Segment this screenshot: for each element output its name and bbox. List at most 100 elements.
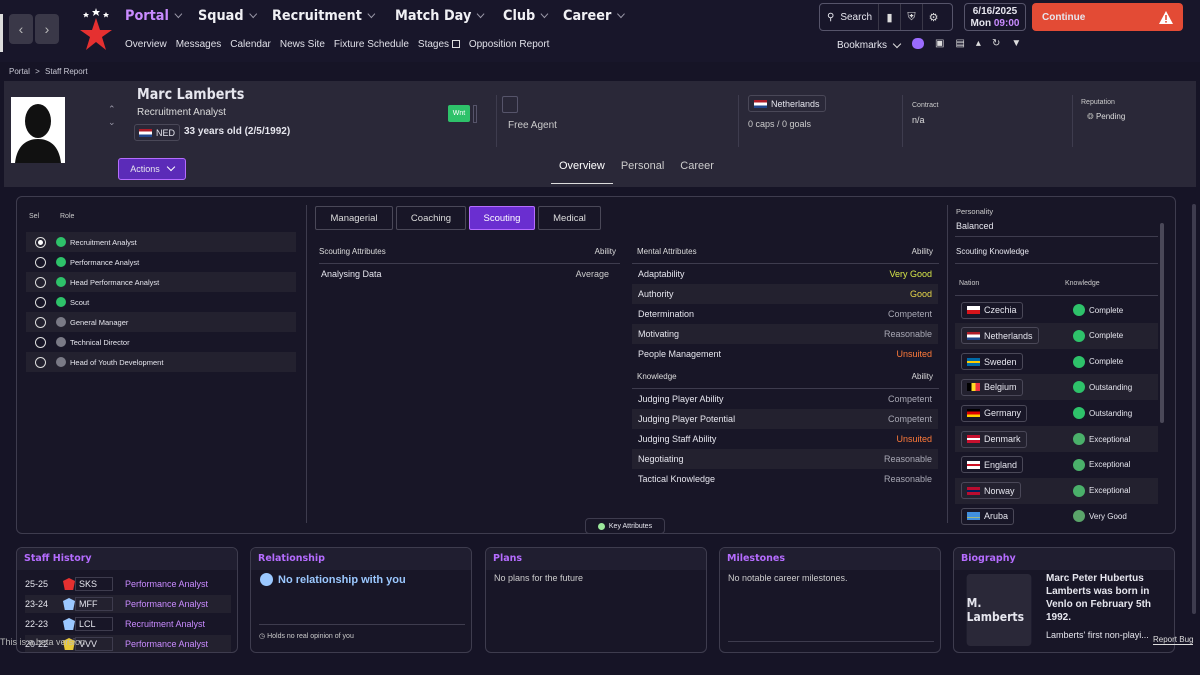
role-radio[interactable] [35, 236, 46, 248]
nation-badge[interactable]: England [961, 456, 1024, 474]
flag-icon [967, 357, 980, 366]
tab-medical[interactable]: Medical [538, 206, 601, 230]
role-row[interactable]: Head of Youth Development [26, 352, 296, 372]
wanted-bar [473, 105, 477, 123]
trophy-icon[interactable]: ▼ [1011, 38, 1021, 49]
time-value: 09:00 [993, 18, 1020, 29]
history-club[interactable]: LCL [75, 617, 113, 631]
wanted-badge[interactable]: Wnt [448, 105, 470, 122]
tab-managerial[interactable]: Managerial [315, 206, 393, 230]
nation-badge[interactable]: Czechia [961, 301, 1023, 319]
shirt-icon[interactable]: ▣ [935, 38, 944, 49]
forward-button[interactable]: › [35, 14, 59, 44]
plans-title: Plans [486, 548, 706, 570]
nationality-badge[interactable]: NED [134, 124, 181, 141]
warning-icon [1159, 10, 1173, 24]
reputation-icon: ❂ [1087, 112, 1094, 121]
tab-career[interactable]: Career [672, 160, 722, 184]
tab-personal[interactable]: Personal [613, 160, 672, 184]
nation-badge[interactable]: Denmark [961, 430, 1027, 448]
tab-scouting[interactable]: Scouting [469, 206, 535, 230]
role-radio[interactable] [35, 316, 46, 328]
page-scrollbar[interactable] [1192, 204, 1196, 614]
key-attributes-toggle[interactable]: Key Attributes [585, 518, 665, 534]
chevron-down-icon[interactable]: ⌄ [108, 116, 116, 129]
tab-coaching[interactable]: Coaching [396, 206, 466, 230]
submenu-calendar[interactable]: Calendar [230, 39, 271, 50]
role-row[interactable]: Performance Analyst [26, 252, 296, 272]
knowledge-row: Czechia Complete [955, 297, 1158, 323]
shield-icon[interactable]: ⛨ [900, 4, 922, 30]
netherlands-flag-icon [139, 128, 152, 137]
role-row[interactable]: Head Performance Analyst [26, 272, 296, 292]
attribute-row: Determination Competent [632, 304, 938, 324]
chat-icon[interactable] [912, 38, 924, 49]
club-logo [80, 8, 112, 50]
back-button[interactable]: ‹ [9, 14, 33, 44]
role-row[interactable]: Scout [26, 292, 296, 312]
nation-name: England [984, 459, 1018, 470]
bookmarks-dropdown[interactable]: Bookmarks [837, 39, 902, 51]
chevron-down-icon [540, 9, 549, 19]
submenu-messages[interactable]: Messages [176, 39, 222, 50]
team-icon[interactable]: ▴ [976, 38, 981, 49]
breadcrumb-portal[interactable]: Portal [9, 67, 30, 76]
history-row: 25-25 SKS Performance Analyst [25, 575, 231, 593]
clipboard-icon[interactable]: ▤ [955, 38, 964, 49]
menu-portal[interactable]: Portal [125, 8, 183, 24]
role-radio[interactable] [35, 356, 46, 368]
knowledge-scrollbar[interactable] [1160, 223, 1164, 423]
key-dot-icon [597, 522, 605, 530]
mental-attributes-header: Mental Attributes Ability [637, 247, 933, 256]
nation-badge[interactable]: Belgium [961, 378, 1023, 396]
chevron-down-icon [367, 9, 376, 19]
history-club[interactable]: SKS [75, 577, 113, 591]
menu-recruitment[interactable]: Recruitment [272, 8, 376, 24]
nation-badge[interactable]: Aruba [961, 507, 1015, 525]
role-suitability-icon [56, 337, 66, 347]
tab-overview[interactable]: Overview [551, 160, 613, 184]
knowledge-level-icon [1073, 458, 1085, 471]
report-bug-link[interactable]: Report Bug [1153, 635, 1194, 645]
role-radio[interactable] [35, 276, 46, 288]
history-club[interactable]: MFF [75, 597, 113, 611]
menu-club[interactable]: Club [503, 8, 549, 24]
search-button[interactable]: Search [840, 12, 872, 23]
biography-text: Marc Peter Hubertus Lamberts was born in… [1046, 573, 1152, 623]
attribute-tabs: Managerial Coaching Scouting Medical [315, 206, 601, 230]
continue-button[interactable]: Continue [1032, 3, 1183, 31]
bookmark-icon[interactable]: ▮ [878, 4, 900, 30]
attribute-row: People Management Unsuited [632, 344, 938, 364]
history-row: 23-24 MFF Performance Analyst [25, 595, 231, 613]
flag-icon [967, 331, 980, 340]
role-row[interactable]: Recruitment Analyst [26, 232, 296, 252]
date-display[interactable]: 6/16/2025 Mon 09:00 [964, 3, 1026, 31]
gear-icon[interactable]: ⚙ [922, 4, 944, 30]
nation-badge[interactable]: Netherlands [961, 327, 1039, 345]
role-radio[interactable] [35, 256, 46, 268]
submenu-news-site[interactable]: News Site [280, 39, 325, 50]
attribute-name: Judging Staff Ability [638, 434, 717, 444]
attribute-row: Analysing Data Average [321, 269, 609, 279]
role-row[interactable]: General Manager [26, 312, 296, 332]
main-menu: Portal Squad Recruitment Match Day Club … [125, 8, 641, 24]
nation-badge[interactable]: Germany [961, 404, 1028, 422]
menu-match-day[interactable]: Match Day [395, 8, 485, 24]
nation-badge[interactable]: Sweden [961, 353, 1023, 371]
submenu-stages[interactable]: Stages [418, 39, 460, 50]
menu-career[interactable]: Career [563, 8, 625, 24]
knowledge-level: Complete [1089, 331, 1124, 341]
menu-squad[interactable]: Squad [198, 8, 257, 24]
role-row[interactable]: Technical Director [26, 332, 296, 352]
role-radio[interactable] [35, 296, 46, 308]
submenu-fixture-schedule[interactable]: Fixture Schedule [334, 39, 409, 50]
submenu-overview[interactable]: Overview [125, 39, 167, 50]
role-radio[interactable] [35, 336, 46, 348]
country-badge[interactable]: Netherlands [748, 95, 826, 112]
chevron-up-icon[interactable]: ⌃ [108, 103, 116, 116]
nation-badge[interactable]: Norway [961, 482, 1021, 500]
refresh-icon[interactable]: ↻ [992, 38, 1000, 49]
submenu-opposition-report[interactable]: Opposition Report [469, 39, 550, 50]
actions-button[interactable]: Actions [118, 158, 186, 180]
prev-next-staff: ⌃ ⌄ [108, 103, 116, 129]
